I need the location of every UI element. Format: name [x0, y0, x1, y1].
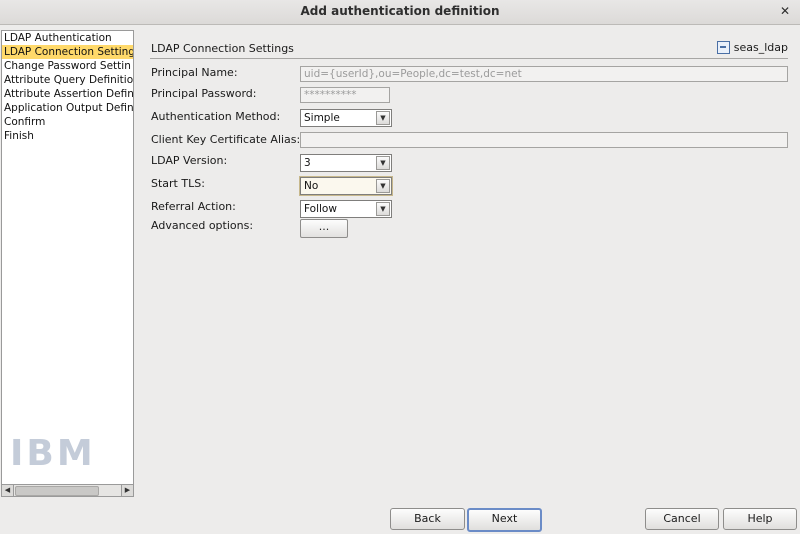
client-key-alias-input[interactable]: [300, 132, 788, 148]
window-titlebar: Add authentication definition ✕: [0, 0, 800, 25]
help-button[interactable]: Help: [723, 508, 797, 530]
scroll-left-icon[interactable]: ◀: [2, 485, 14, 496]
step-attribute-query-definition[interactable]: Attribute Query Definitio: [2, 73, 133, 87]
start-tls-label: Start TLS:: [151, 177, 205, 190]
authentication-method-value: Simple: [304, 112, 340, 124]
authentication-method-select[interactable]: Simple ▼: [300, 109, 392, 127]
next-button[interactable]: Next: [467, 508, 542, 532]
advanced-options-label: Advanced options:: [151, 219, 254, 232]
step-change-password-settings[interactable]: Change Password Settin: [2, 59, 133, 73]
chevron-down-icon[interactable]: ▼: [376, 202, 390, 216]
start-tls-value: No: [304, 180, 319, 192]
chevron-down-icon[interactable]: ▼: [376, 111, 390, 125]
back-button[interactable]: Back: [390, 508, 465, 530]
client-key-alias-label: Client Key Certificate Alias:: [151, 133, 301, 146]
scrollbar-thumb[interactable]: [15, 486, 99, 496]
cancel-button[interactable]: Cancel: [645, 508, 719, 530]
step-ldap-authentication[interactable]: LDAP Authentication: [2, 31, 133, 45]
close-icon[interactable]: ✕: [776, 3, 794, 21]
principal-password-input[interactable]: **********: [300, 87, 390, 103]
scroll-right-icon[interactable]: ▶: [121, 485, 133, 496]
step-application-output-definition[interactable]: Application Output Defin: [2, 101, 133, 115]
chevron-down-icon[interactable]: ▼: [376, 156, 390, 170]
referral-action-label: Referral Action:: [151, 200, 236, 213]
window-title: Add authentication definition: [300, 4, 500, 18]
principal-name-label: Principal Name:: [151, 66, 238, 79]
wizard-steps-list: LDAP Authentication LDAP Connection Sett…: [1, 30, 134, 486]
connection-name: seas_ldap: [716, 41, 788, 54]
section-title: LDAP Connection Settings: [151, 42, 294, 55]
advanced-options-button[interactable]: ...: [300, 219, 348, 238]
referral-action-value: Follow: [304, 203, 337, 215]
principal-name-input[interactable]: uid={userId},ou=People,dc=test,dc=net: [300, 66, 788, 82]
connection-icon: [716, 41, 730, 54]
step-ldap-connection-settings[interactable]: LDAP Connection Setting: [2, 45, 133, 59]
start-tls-select[interactable]: No ▼: [299, 176, 393, 196]
referral-action-select[interactable]: Follow ▼: [300, 200, 392, 218]
step-confirm[interactable]: Confirm: [2, 115, 133, 129]
ldap-version-select[interactable]: 3 ▼: [300, 154, 392, 172]
ibm-logo-text: IBM: [10, 433, 96, 474]
step-finish[interactable]: Finish: [2, 129, 133, 143]
connection-name-label: seas_ldap: [733, 41, 788, 54]
authentication-method-label: Authentication Method:: [151, 110, 281, 123]
steps-horizontal-scrollbar[interactable]: ◀ ▶: [1, 484, 134, 497]
ldap-version-label: LDAP Version:: [151, 154, 228, 167]
step-attribute-assertion-definition[interactable]: Attribute Assertion Defin: [2, 87, 133, 101]
chevron-down-icon[interactable]: ▼: [376, 179, 390, 193]
ldap-version-value: 3: [304, 157, 311, 169]
ibm-logo: IBM: [10, 435, 110, 473]
section-divider: [150, 58, 788, 59]
principal-password-label: Principal Password:: [151, 87, 257, 100]
